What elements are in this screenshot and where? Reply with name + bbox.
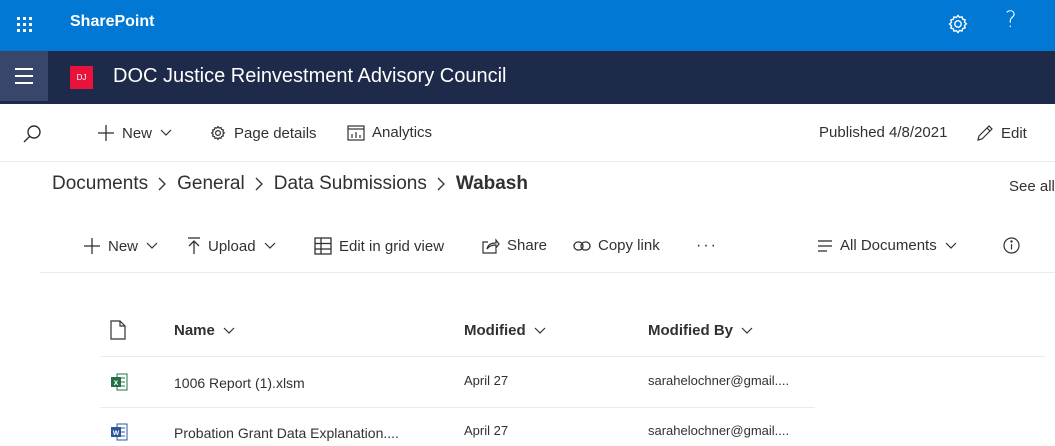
file-modified-by: sarahelochner@gmail.... bbox=[648, 423, 790, 438]
analytics-button[interactable]: Analytics bbox=[347, 124, 432, 141]
site-header: DJ DOC Justice Reinvestment Advisory Cou… bbox=[0, 51, 1055, 104]
help-icon[interactable]: ? bbox=[1005, 8, 1017, 33]
info-icon[interactable] bbox=[1003, 237, 1020, 254]
pencil-icon bbox=[976, 124, 994, 142]
modified-column-header[interactable]: Modified bbox=[464, 322, 546, 339]
chevron-right-icon bbox=[158, 177, 167, 191]
new-page-button[interactable]: New bbox=[97, 124, 172, 142]
new-label: New bbox=[108, 237, 139, 255]
file-modified: April 27 bbox=[464, 373, 509, 388]
copy-link-button[interactable]: Copy link bbox=[573, 237, 660, 254]
link-icon bbox=[573, 239, 591, 253]
chevron-down-icon bbox=[264, 242, 276, 250]
modified-by-column-label: Modified By bbox=[648, 322, 733, 339]
file-name-link[interactable]: Probation Grant Data Explanation.... bbox=[174, 425, 399, 441]
share-icon bbox=[482, 237, 500, 254]
app-launcher-icon[interactable] bbox=[0, 0, 48, 48]
breadcrumb-item-general[interactable]: General bbox=[177, 173, 245, 195]
site-logo[interactable]: DJ bbox=[70, 66, 93, 89]
library-command-bar: New Upload Edit in grid view Share Copy … bbox=[40, 223, 1055, 273]
upload-button[interactable]: Upload bbox=[187, 237, 276, 255]
settings-gear-icon[interactable] bbox=[946, 12, 970, 36]
share-label: Share bbox=[507, 237, 548, 254]
chevron-down-icon bbox=[160, 129, 172, 137]
file-type-column-icon[interactable] bbox=[110, 320, 126, 340]
chevron-down-icon bbox=[945, 242, 957, 250]
page-details-button[interactable]: Page details bbox=[209, 124, 317, 142]
grid-label: Edit in grid view bbox=[339, 237, 445, 255]
breadcrumb: Documents General Data Submissions Wabas… bbox=[52, 173, 528, 195]
name-column-label: Name bbox=[174, 322, 215, 339]
file-modified: April 27 bbox=[464, 423, 509, 438]
site-title[interactable]: DOC Justice Reinvestment Advisory Counci… bbox=[113, 65, 506, 88]
breadcrumb-item-data-submissions[interactable]: Data Submissions bbox=[274, 173, 427, 195]
chevron-right-icon bbox=[437, 177, 446, 191]
view-options-icon bbox=[817, 239, 833, 252]
chevron-down-icon bbox=[146, 242, 158, 250]
excel-icon: x bbox=[111, 373, 128, 391]
analytics-label: Analytics bbox=[372, 124, 433, 141]
hamburger-menu-icon[interactable] bbox=[0, 51, 48, 101]
search-icon[interactable] bbox=[22, 124, 42, 144]
edit-page-button[interactable]: Edit bbox=[976, 124, 1027, 142]
published-label: Published 4/8/2021 bbox=[819, 124, 948, 141]
breadcrumb-item-documents[interactable]: Documents bbox=[52, 173, 148, 195]
chevron-down-icon bbox=[223, 327, 235, 335]
share-button[interactable]: Share bbox=[482, 237, 547, 254]
see-all-link[interactable]: See all bbox=[1009, 178, 1055, 195]
view-label: All Documents bbox=[840, 237, 937, 254]
page-details-label: Page details bbox=[234, 124, 317, 142]
word-icon: w bbox=[111, 423, 128, 441]
chevron-down-icon bbox=[741, 327, 753, 335]
table-row[interactable]: w Probation Grant Data Explanation.... A… bbox=[100, 408, 815, 446]
modified-by-column-header[interactable]: Modified By bbox=[648, 322, 753, 339]
file-modified-by: sarahelochner@gmail.... bbox=[648, 373, 790, 388]
upload-icon bbox=[187, 237, 201, 255]
chevron-down-icon bbox=[534, 327, 546, 335]
file-name-link[interactable]: 1006 Report (1).xlsm bbox=[174, 375, 305, 391]
edit-in-grid-view-button[interactable]: Edit in grid view bbox=[314, 237, 444, 255]
published-status: Published 4/8/2021 bbox=[819, 124, 947, 141]
modified-column-label: Modified bbox=[464, 322, 526, 339]
breadcrumb-current: Wabash bbox=[455, 173, 528, 194]
list-header: Name Modified Modified By bbox=[100, 306, 1045, 357]
name-column-header[interactable]: Name bbox=[174, 322, 235, 339]
upload-label: Upload bbox=[208, 237, 256, 255]
edit-label: Edit bbox=[1001, 124, 1027, 142]
new-document-button[interactable]: New bbox=[83, 237, 158, 255]
new-label: New bbox=[122, 124, 153, 142]
view-selector[interactable]: All Documents bbox=[817, 237, 957, 254]
table-row[interactable]: x 1006 Report (1).xlsm April 27 sarahelo… bbox=[100, 358, 815, 408]
chevron-right-icon bbox=[255, 177, 264, 191]
svg-text:w: w bbox=[112, 428, 120, 437]
copy-link-label: Copy link bbox=[598, 237, 660, 254]
suite-bar: SharePoint ? bbox=[0, 0, 1055, 51]
grid-icon bbox=[314, 237, 332, 255]
plus-icon bbox=[83, 237, 101, 255]
svg-text:x: x bbox=[114, 378, 119, 387]
analytics-icon bbox=[347, 124, 365, 141]
plus-icon bbox=[97, 124, 115, 142]
more-options-button[interactable]: ··· bbox=[696, 237, 718, 255]
gear-icon bbox=[209, 124, 227, 142]
page-command-bar: New Page details Analytics Published 4/8… bbox=[0, 104, 1055, 162]
app-name[interactable]: SharePoint bbox=[70, 13, 154, 31]
